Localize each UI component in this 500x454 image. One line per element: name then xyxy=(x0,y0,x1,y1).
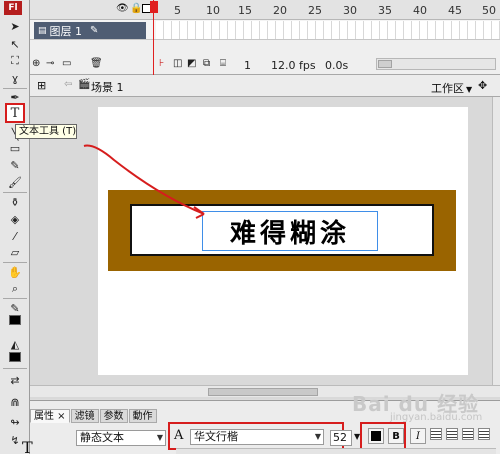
flash-ide-window: Fl ➤ ↖ ⛶ ɣ ✒ T ╲ ▭ ✎ 🖌 ⚱ ◈ ⁄ ▱ ✋ ⌕ ✎ ◭ ⇄… xyxy=(0,0,500,454)
align-center-icon[interactable] xyxy=(446,428,458,440)
font-size-value: 52 xyxy=(333,431,347,444)
baidu-watermark-url: jingyan.baidu.com xyxy=(390,412,483,423)
align-right-icon[interactable] xyxy=(462,428,474,440)
justify-icon[interactable] xyxy=(478,428,490,440)
properties-second-row xyxy=(176,448,496,454)
text-tool-tooltip: 文本工具 (T) xyxy=(15,124,77,139)
font-family-value: 华文行楷 xyxy=(194,430,238,443)
align-left-icon[interactable] xyxy=(430,428,442,440)
bold-button[interactable]: B xyxy=(388,428,404,444)
tab-properties[interactable]: 属性 × xyxy=(30,409,70,423)
properties-tabs: 属性 × 滤镜 参数 動作 xyxy=(30,409,158,423)
tab-label: 属性 xyxy=(34,411,54,422)
italic-button[interactable]: I xyxy=(410,428,426,444)
annotation-arrow xyxy=(83,144,205,219)
tab-filters[interactable]: 滤镜 xyxy=(70,409,99,423)
tab-actions[interactable]: 動作 xyxy=(128,409,157,423)
font-icon: A xyxy=(174,428,184,443)
text-type-value: 静态文本 xyxy=(80,431,124,444)
font-family-select[interactable]: 华文行楷 ▼ xyxy=(190,429,324,445)
tab-parameters[interactable]: 参数 xyxy=(99,409,128,423)
font-size-field[interactable]: 52 xyxy=(330,430,352,446)
color-chip xyxy=(371,431,381,441)
chevron-down-icon: ▼ xyxy=(314,432,321,441)
text-type-select[interactable]: 静态文本 ▼ xyxy=(76,430,166,446)
text-color-swatch[interactable] xyxy=(368,428,384,444)
text-properties-icon: T xyxy=(22,438,33,454)
chevron-down-icon: ▼ xyxy=(156,433,163,442)
